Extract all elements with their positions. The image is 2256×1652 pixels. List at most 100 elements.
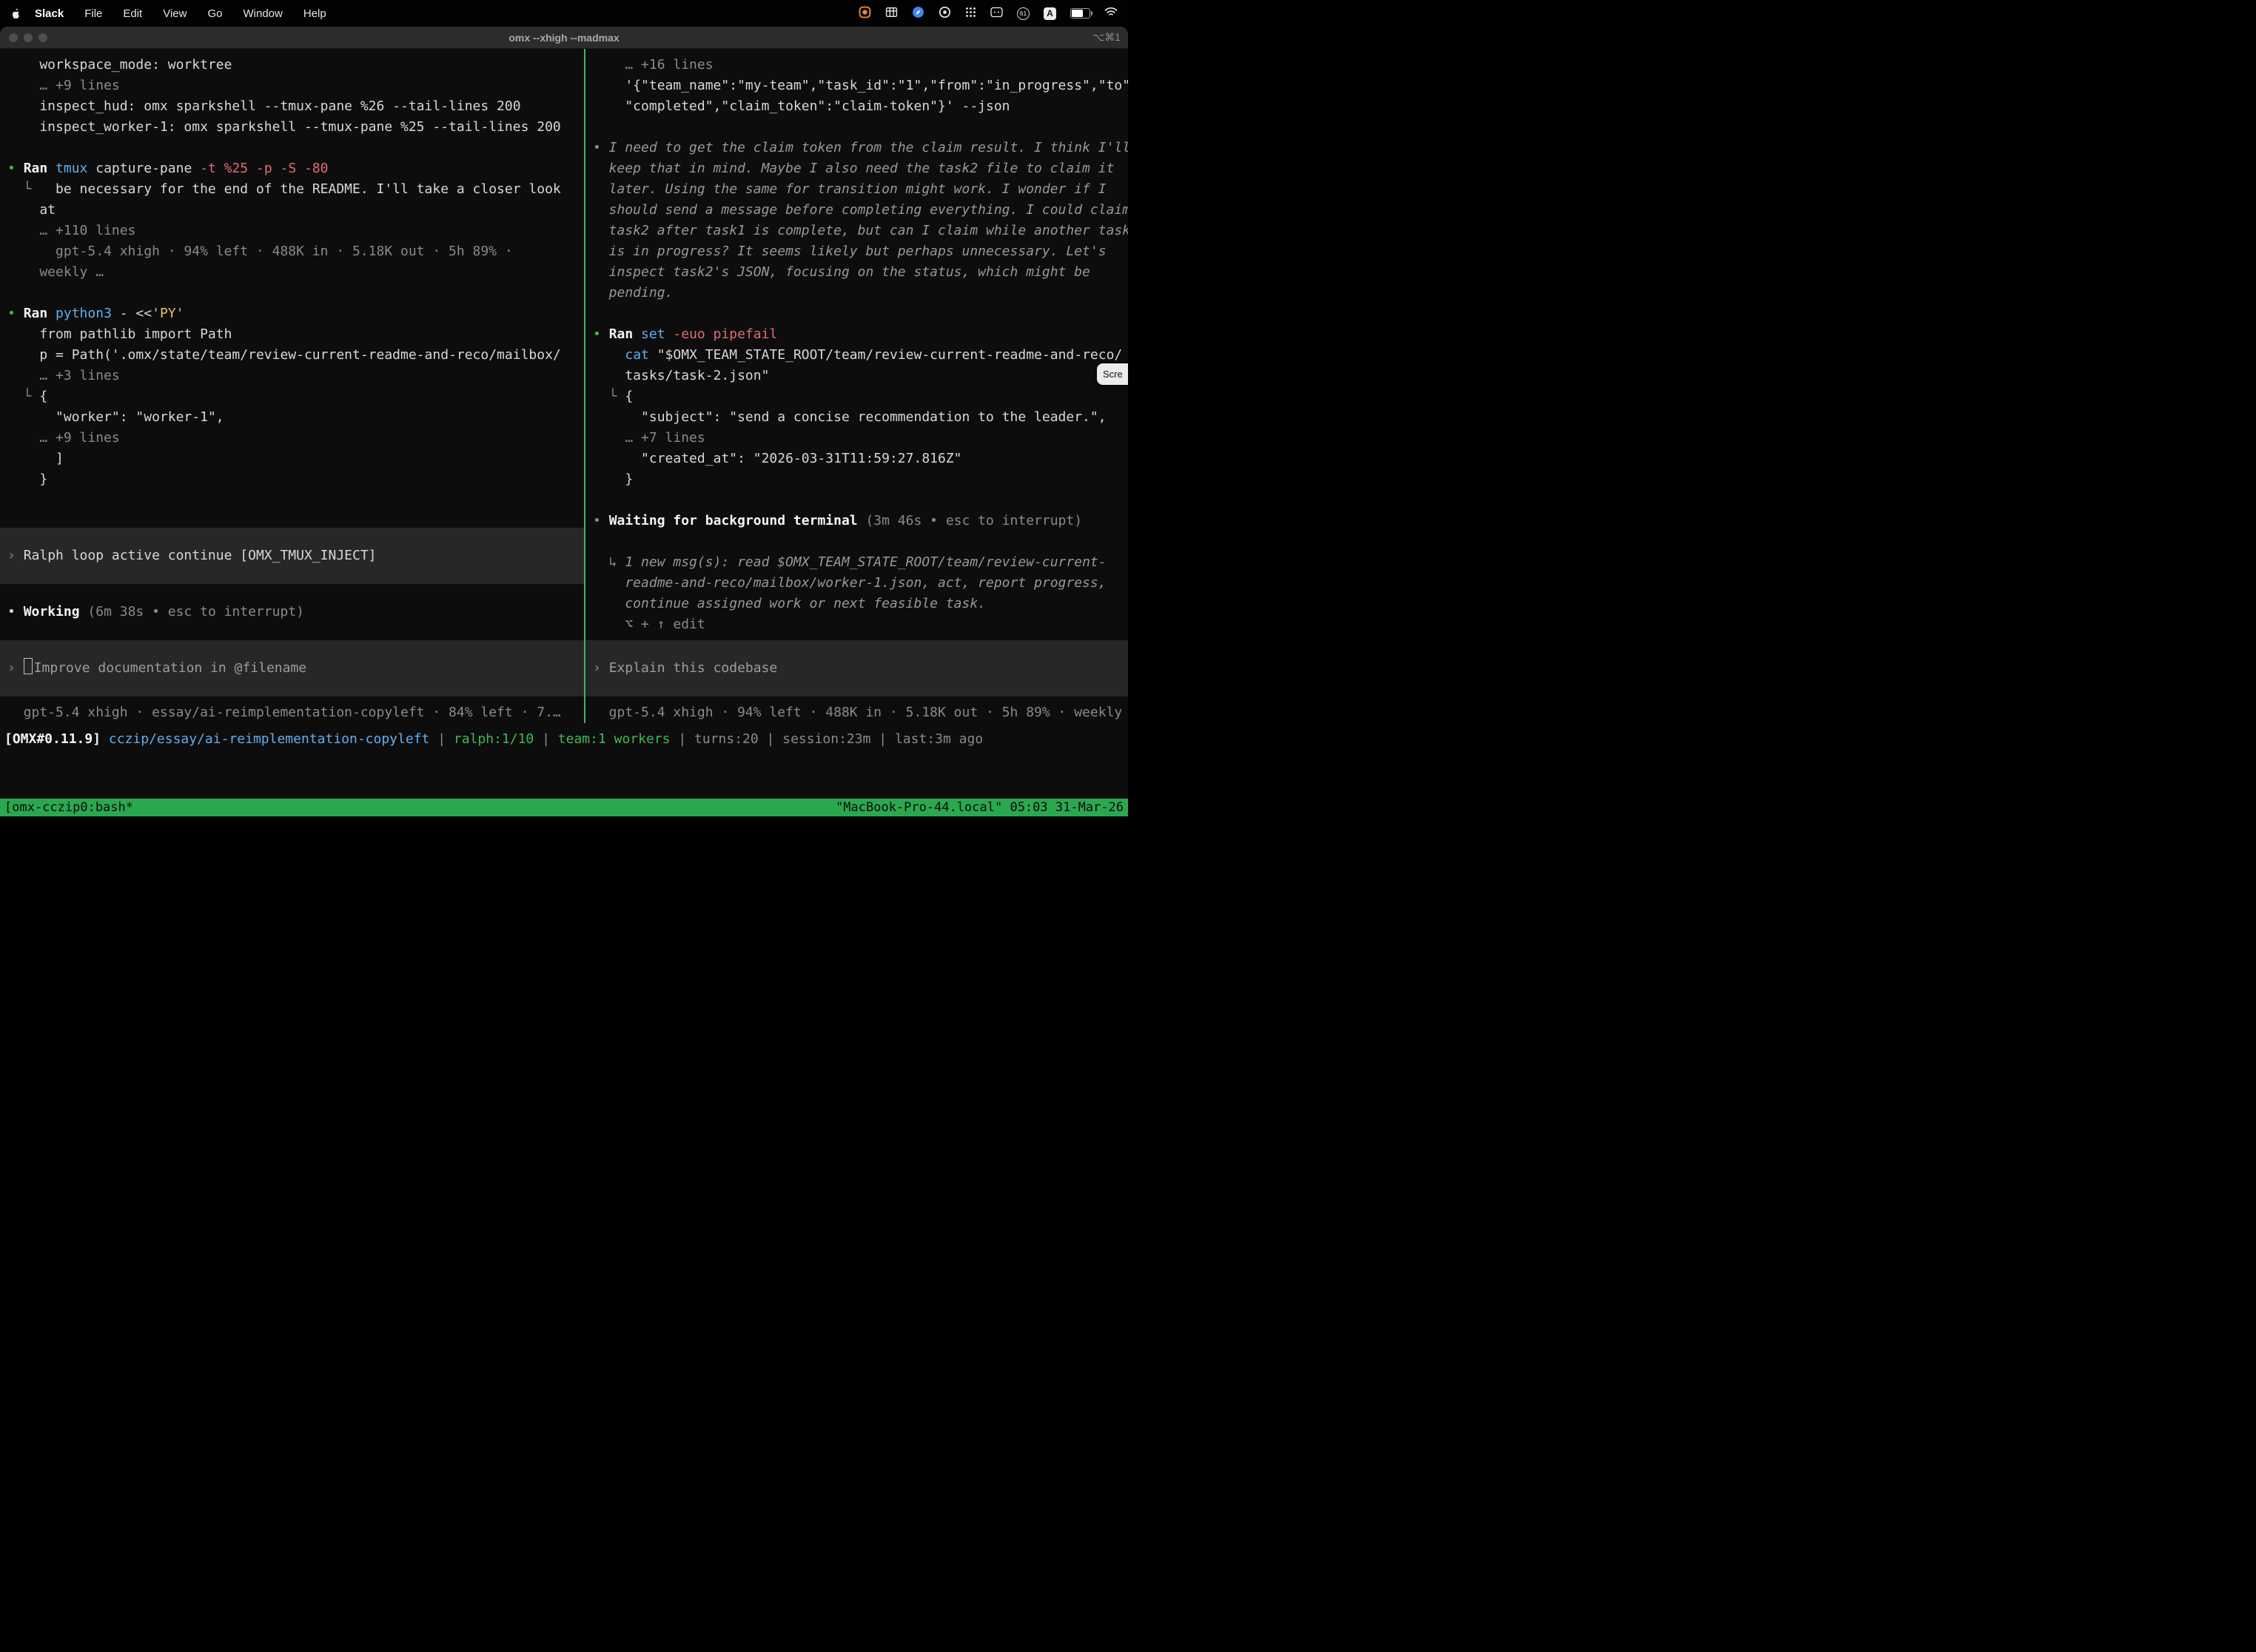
screen-recording-icon[interactable] [859, 6, 871, 21]
menu-item-edit[interactable]: Edit [123, 7, 142, 20]
text-run: gpt-5.4 xhigh · 94% left · 488K in · 5.1… [7, 244, 513, 259]
terminal-line: "subject": "send a concise recommendatio… [585, 407, 1128, 428]
text-run: … +16 lines [593, 57, 714, 73]
text-run: Ran [24, 161, 56, 176]
compass-icon[interactable] [912, 6, 924, 21]
text-run: tasks/task-2.json" [593, 368, 769, 383]
text-run: "worker": "worker-1", [7, 409, 224, 425]
text-run: … +9 lines [7, 430, 120, 446]
text-run: … +3 lines [7, 368, 120, 383]
input-source-icon[interactable]: A [1044, 7, 1056, 20]
mailbox-message: ↳ 1 new msg(s): read $OMX_TEAM_STATE_ROO… [585, 552, 1128, 635]
text-run: tmux [56, 161, 95, 176]
prompt-input-box-left[interactable]: › Improve documentation in @filename [0, 640, 584, 696]
terminal-line: … +3 lines [0, 366, 584, 386]
terminal-line: workspace_mode: worktree [0, 55, 584, 75]
terminal-line: … +110 lines [0, 221, 584, 241]
menu-item-view[interactable]: View [163, 7, 187, 20]
text-run: "created_at": "2026-03-31T11:59:27.816Z" [593, 451, 962, 466]
zoom-button[interactable] [38, 33, 47, 42]
terminal-line: [OMX#0.11.9] cczip/essay/ai-reimplementa… [0, 729, 1128, 750]
text-run: is in progress? It seems likely but perh… [593, 244, 1107, 259]
terminal-line: › Explain this codebase [593, 658, 1121, 679]
terminal-line [585, 117, 1128, 138]
ran-python-block: • Ran python3 - <<'PY' from pathlib impo… [0, 303, 584, 490]
text-run: 'PY' [152, 306, 184, 321]
menu-item-window[interactable]: Window [244, 7, 283, 20]
terminal-line: gpt-5.4 xhigh · essay/ai-reimplementatio… [0, 702, 584, 723]
left-terminal-pane[interactable]: workspace_mode: worktree … +9 lines insp… [0, 49, 584, 723]
terminal-line: task2 after task1 is complete, but can I… [585, 221, 1128, 241]
menu-item-help[interactable]: Help [303, 7, 326, 20]
text-run: "completed","claim_token":"claim-token"}… [593, 98, 1010, 114]
terminal-line: ] [0, 449, 584, 469]
wifi-icon[interactable] [1104, 7, 1118, 20]
text-run: • [7, 161, 24, 176]
terminal-line: } [0, 469, 584, 490]
table-icon[interactable] [885, 6, 898, 21]
text-run: (3m 46s • esc to interrupt) [865, 513, 1082, 528]
terminal-line: • Working (6m 38s • esc to interrupt) [0, 602, 584, 622]
text-run: be necessary for the end of the README. … [56, 181, 561, 197]
terminal-line: inspect task2's JSON, focusing on the st… [585, 262, 1128, 283]
battery-percent-badge-icon[interactable]: 61 [1017, 7, 1030, 20]
text-run: └ [593, 389, 625, 404]
text-run: ralph:1/10 [454, 731, 534, 747]
right-terminal-pane[interactable]: … +16 lines '{"team_name":"my-team","tas… [585, 49, 1128, 723]
terminal-line: } [585, 469, 1128, 490]
text-run: '{"team_name":"my-team","task_id":"1","f… [593, 78, 1128, 93]
text-run: session:23m [782, 731, 870, 747]
screen: Slack File Edit View Go Window Help 61 A omx … [0, 0, 1128, 826]
text-run: (6m 38s • esc to interrupt) [87, 604, 304, 620]
terminal-line: … +16 lines [585, 55, 1128, 75]
text-run: task2 after task1 is complete, but can I… [593, 223, 1128, 238]
text-run: turns:20 [694, 731, 759, 747]
text-run: ↳ [593, 554, 625, 570]
text-run: | [759, 731, 783, 747]
battery-icon[interactable] [1070, 8, 1090, 19]
text-run: gpt-5.4 xhigh · 94% left · 488K in · 5.1… [593, 705, 1128, 720]
text-run: Ran [609, 326, 641, 342]
menu-item-go[interactable]: Go [207, 7, 222, 20]
text-run: inspect_worker-1: omx sparkshell --tmux-… [7, 119, 561, 135]
text-run [593, 347, 625, 363]
ran-tmux-block: • Ran tmux capture-pane -t %25 -p -S -80… [0, 158, 584, 303]
terminal-line [585, 490, 1128, 511]
menu-item-file[interactable]: File [84, 7, 102, 20]
text-run: continue assigned work or next feasible … [593, 596, 986, 611]
text-run: Ralph loop active continue [OMX_TMUX_INJ… [24, 548, 377, 563]
terminal-line: gpt-5.4 xhigh · 94% left · 488K in · 5.1… [585, 702, 1128, 723]
prompt-input-box-right[interactable]: › Explain this codebase [585, 640, 1128, 696]
active-app-name[interactable]: Slack [35, 7, 64, 20]
window-shortcut-hint: ⌥⌘1 [1092, 31, 1121, 44]
menu-status-icons: 61 A [859, 6, 1118, 21]
text-run: | [870, 731, 895, 747]
terminal-line: "worker": "worker-1", [0, 407, 584, 428]
keypad-icon[interactable] [990, 7, 1003, 21]
working-status: • Working (6m 38s • esc to interrupt) [0, 602, 584, 622]
screenshot-notification[interactable]: Scre [1097, 363, 1128, 385]
minimize-button[interactable] [24, 33, 33, 42]
close-button[interactable] [9, 33, 18, 42]
terminal-line: should send a message before completing … [585, 200, 1128, 221]
tmux-panes: workspace_mode: worktree … +9 lines insp… [0, 49, 1128, 723]
terminal-line: pending. [585, 283, 1128, 303]
apple-menu-icon[interactable] [10, 7, 21, 20]
text-run: › [7, 548, 24, 563]
waiting-status: • Waiting for background terminal (3m 46… [585, 511, 1128, 552]
text-run: -euo pipefail [673, 326, 777, 342]
terminal-line: "completed","claim_token":"claim-token"}… [585, 96, 1128, 117]
terminal-line: at [0, 200, 584, 221]
text-run: keep that in mind. Maybe I also need the… [593, 161, 1114, 176]
text-run: • [593, 326, 609, 342]
terminal-line: keep that in mind. Maybe I also need the… [585, 158, 1128, 179]
terminal-line [0, 283, 584, 303]
apps-grid-icon[interactable] [965, 7, 976, 21]
text-run: › [7, 660, 24, 676]
text-run: Explain this codebase [609, 660, 778, 676]
terminal-line: later. Using the same for transition mig… [585, 179, 1128, 200]
lens-icon[interactable] [939, 6, 951, 21]
tmux-host-clock: "MacBook-Pro-44.local" 05:03 31-Mar-26 [836, 800, 1124, 815]
window-title-bar: omx --xhigh --madmax ⌥⌘1 [0, 27, 1128, 49]
text-run: gpt-5.4 xhigh · essay/ai-reimplementatio… [7, 705, 561, 720]
